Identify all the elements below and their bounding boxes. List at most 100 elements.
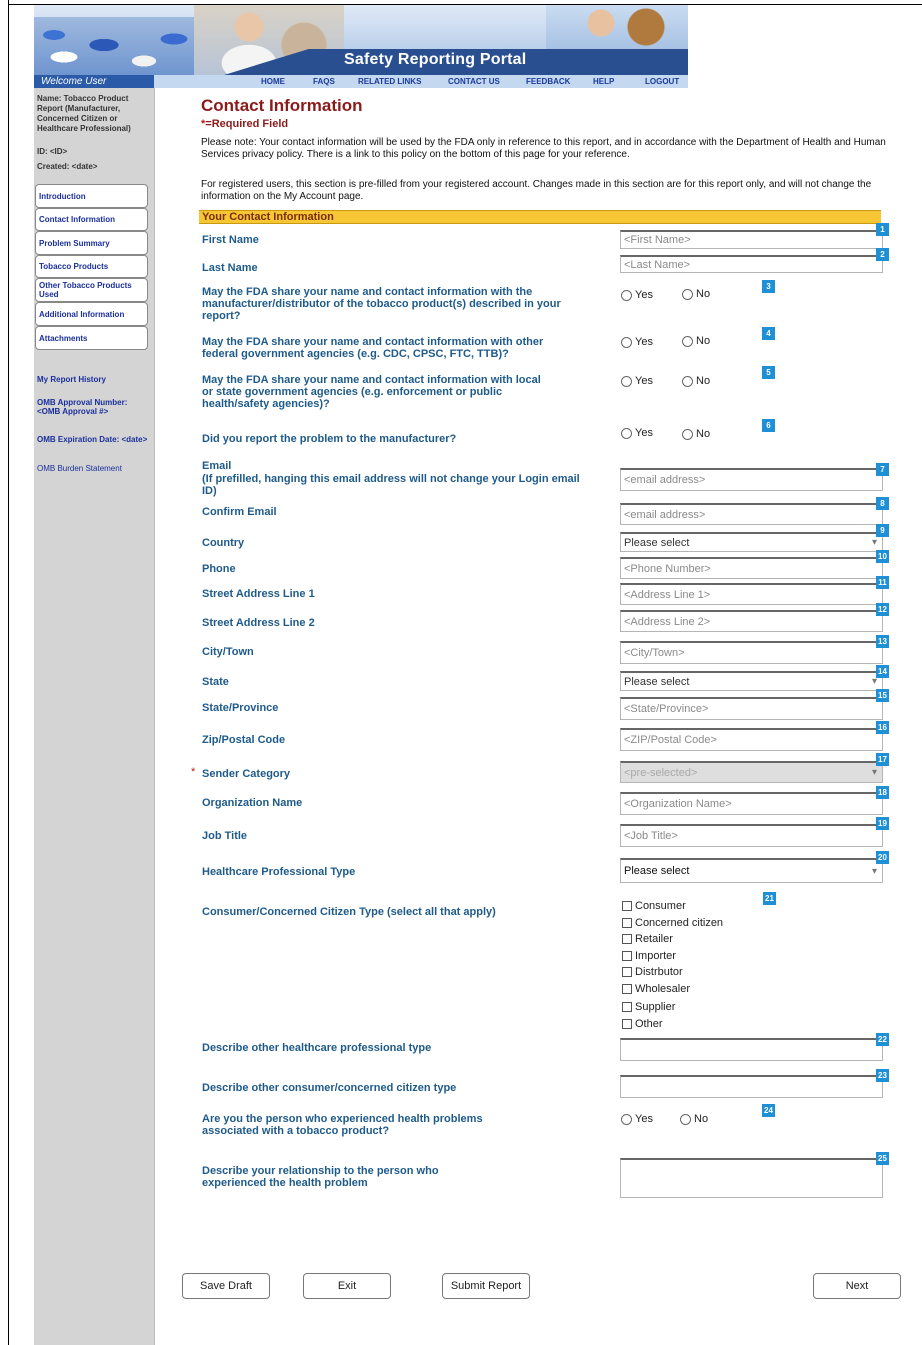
share-local-no[interactable]: No (682, 375, 710, 387)
radio-circle (621, 289, 632, 301)
badge-14: 14 (876, 665, 889, 678)
submit-report-button[interactable]: Submit Report (442, 1273, 530, 1299)
sidebar-item-attachments[interactable]: Attachments (35, 326, 148, 350)
street2-input[interactable]: <Address Line 2> (620, 610, 883, 632)
sender-category-select[interactable]: <pre-selected> (620, 761, 883, 783)
radio-circle (621, 427, 632, 439)
country-select[interactable]: Please select (620, 532, 883, 552)
share-manufacturer-no[interactable]: No (682, 288, 710, 300)
badge-24: 24 (762, 1104, 775, 1117)
job-title-input[interactable]: <Job Title> (620, 824, 883, 847)
checkbox-importer[interactable]: Importer (622, 950, 676, 962)
pills-image (34, 17, 194, 75)
other-consumer-input[interactable] (620, 1075, 883, 1098)
checkbox-box (622, 1019, 632, 1029)
street1-input[interactable]: <Address Line 1> (620, 583, 883, 605)
badge-20: 20 (876, 851, 889, 864)
nav-faqs[interactable]: FAQS (313, 76, 335, 87)
badge-5: 5 (762, 366, 775, 379)
street2-label: Street Address Line 2 (202, 617, 315, 629)
report-created: Created: <date> (37, 162, 98, 171)
checkbox-label: Consumer (635, 900, 686, 912)
checkbox-distributor[interactable]: Distrbutor (622, 966, 683, 978)
checkbox-wholesaler[interactable]: Wholesaler (622, 983, 690, 995)
checkbox-supplier[interactable]: Supplier (622, 1001, 675, 1013)
phone-input[interactable]: <Phone Number> (620, 557, 883, 579)
yes-label: Yes (635, 289, 653, 301)
radio-circle (621, 375, 632, 387)
checkbox-box (622, 967, 632, 977)
badge-3: 3 (762, 280, 775, 293)
phone-label: Phone (202, 563, 236, 575)
other-hcp-label: Describe other healthcare professional t… (202, 1042, 432, 1054)
share-federal-yes[interactable]: Yes (621, 336, 653, 348)
radio-circle (621, 1113, 632, 1125)
reported-manufacturer-no[interactable]: No (682, 428, 710, 440)
reported-manufacturer-yes[interactable]: Yes (621, 427, 653, 439)
nav-contact-us[interactable]: CONTACT US (448, 76, 500, 87)
state-province-label: State/Province (202, 702, 279, 714)
share-federal-no[interactable]: No (682, 335, 710, 347)
my-report-history-link[interactable]: My Report History (37, 375, 106, 384)
last-name-label: Last Name (202, 262, 258, 274)
omb-burden-link[interactable]: OMB Burden Statement (37, 464, 122, 473)
sidebar-item-additional-information[interactable]: Additional Information (35, 302, 148, 326)
nav-home[interactable]: HOME (261, 76, 285, 87)
share-manufacturer-yes[interactable]: Yes (621, 289, 653, 301)
nav-logout[interactable]: LOGOUT (645, 76, 679, 87)
checkbox-concerned-citizen[interactable]: Concerned citizen (622, 917, 723, 929)
sidebar-item-introduction[interactable]: Introduction (35, 184, 148, 208)
experienced-no[interactable]: No (680, 1113, 708, 1125)
relationship-label: Describe your relationship to the person… (202, 1165, 439, 1189)
sidebar-item-tobacco-products[interactable]: Tobacco Products (35, 255, 148, 278)
badge-1: 1 (876, 223, 889, 236)
badge-12: 12 (876, 603, 889, 616)
share-local-yes[interactable]: Yes (621, 375, 653, 387)
sidebar-item-contact-information[interactable]: Contact Information (35, 208, 148, 231)
next-button[interactable]: Next (813, 1273, 901, 1299)
no-label: No (696, 288, 711, 300)
sender-category-label: Sender Category (202, 768, 291, 780)
no-label: No (694, 1113, 709, 1125)
nav-feedback[interactable]: FEEDBACK (526, 76, 570, 87)
email-label: Email (202, 460, 232, 472)
confirm-email-input[interactable]: <email address> (620, 503, 883, 525)
hcp-type-select[interactable]: Please select (620, 858, 883, 883)
header-banner: Safety Reporting Portal (34, 5, 688, 75)
relationship-textarea[interactable] (620, 1158, 883, 1198)
no-label: No (696, 375, 711, 387)
street1-label: Street Address Line 1 (202, 588, 315, 600)
checkbox-other[interactable]: Other (622, 1018, 663, 1030)
sidebar-item-other-tobacco-products[interactable]: Other Tobacco Products Used (35, 278, 148, 302)
zip-input[interactable]: <ZIP/Postal Code> (620, 728, 883, 751)
other-hcp-input[interactable] (620, 1038, 883, 1061)
first-name-input[interactable]: <First Name> (620, 230, 883, 249)
experienced-yes[interactable]: Yes (621, 1113, 653, 1125)
state-province-input[interactable]: <State/Province> (620, 697, 883, 720)
page-border-left (8, 0, 9, 1345)
badge-4: 4 (762, 327, 775, 340)
city-input[interactable]: <City/Town> (620, 641, 883, 664)
checkbox-consumer[interactable]: Consumer (622, 900, 686, 912)
badge-21: 21 (763, 892, 776, 905)
sidebar-item-problem-summary[interactable]: Problem Summary (35, 231, 148, 255)
organization-label: Organization Name (202, 797, 303, 809)
exit-button[interactable]: Exit (303, 1273, 391, 1299)
checkbox-retailer[interactable]: Retailer (622, 933, 673, 945)
last-name-input[interactable]: <Last Name> (620, 255, 883, 273)
checkbox-label: Concerned citizen (635, 917, 724, 929)
organization-input[interactable]: <Organization Name> (620, 792, 883, 815)
registered-note: For registered users, this section is pr… (201, 179, 872, 202)
email-input[interactable]: <email address> (620, 468, 883, 491)
checkbox-label: Wholesaler (635, 983, 691, 995)
state-select[interactable]: Please select (620, 671, 883, 691)
badge-6: 6 (762, 419, 775, 432)
save-draft-button[interactable]: Save Draft (182, 1273, 270, 1299)
experienced-label: Are you the person who experienced healt… (202, 1113, 483, 1137)
share-federal-label: May the FDA share your name and contact … (202, 336, 544, 360)
section-header: Your Contact Information (199, 210, 881, 224)
nav-help[interactable]: HELP (593, 76, 614, 87)
badge-22: 22 (876, 1033, 889, 1046)
yes-label: Yes (635, 336, 653, 348)
nav-related-links[interactable]: RELATED LINKS (358, 76, 421, 87)
